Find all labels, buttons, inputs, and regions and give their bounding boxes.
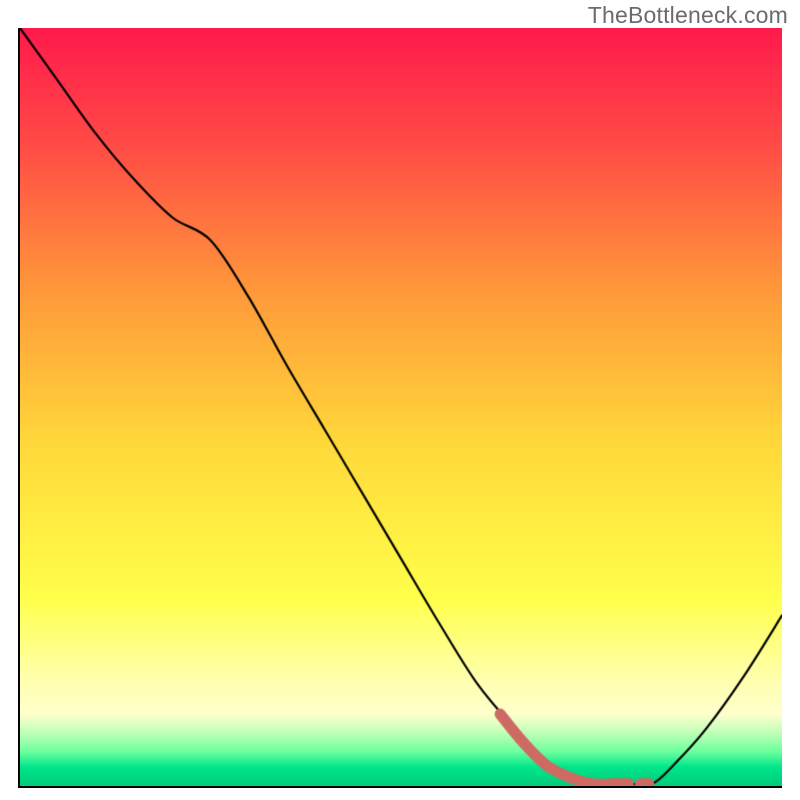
bottleneck-curve: [20, 28, 782, 786]
watermark-text: TheBottleneck.com: [588, 2, 788, 29]
plot-area: [18, 28, 782, 788]
chart-stage: TheBottleneck.com: [0, 0, 800, 800]
